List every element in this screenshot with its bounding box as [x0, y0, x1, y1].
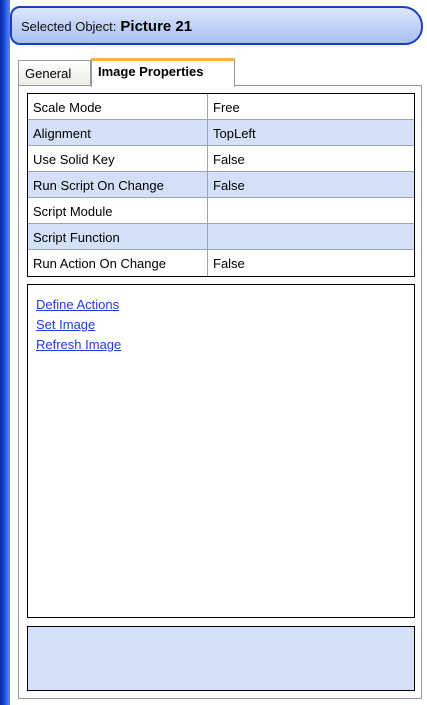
- header-prefix: Selected Object:: [21, 19, 117, 34]
- property-name: Run Script On Change: [28, 172, 208, 197]
- tab-image-properties-label: Image Properties: [98, 64, 204, 79]
- property-value[interactable]: [208, 198, 414, 223]
- property-grid: Scale Mode Free Alignment TopLeft Use So…: [27, 93, 415, 277]
- actions-panel: Define Actions Set Image Refresh Image: [27, 284, 415, 618]
- header-title: Selected Object: Picture 21: [21, 18, 192, 35]
- description-panel: [27, 626, 415, 691]
- property-row-use-solid-key[interactable]: Use Solid Key False: [28, 146, 414, 172]
- property-name: Script Function: [28, 224, 208, 249]
- property-value[interactable]: False: [208, 146, 414, 171]
- window-left-edge: [0, 0, 10, 705]
- property-row-run-action-on-change[interactable]: Run Action On Change False: [28, 250, 414, 276]
- property-name: Script Module: [28, 198, 208, 223]
- property-name: Use Solid Key: [28, 146, 208, 171]
- selected-object-header: Selected Object: Picture 21: [10, 6, 423, 45]
- tab-content: Scale Mode Free Alignment TopLeft Use So…: [18, 85, 422, 699]
- tab-general-label: General: [25, 66, 72, 81]
- property-name: Run Action On Change: [28, 250, 208, 276]
- actions-list: Define Actions Set Image Refresh Image: [36, 295, 121, 355]
- property-row-script-function[interactable]: Script Function: [28, 224, 414, 250]
- property-row-alignment[interactable]: Alignment TopLeft: [28, 120, 414, 146]
- property-value[interactable]: False: [208, 250, 414, 276]
- property-value[interactable]: False: [208, 172, 414, 197]
- tab-image-properties[interactable]: Image Properties: [91, 58, 235, 87]
- tab-general[interactable]: General: [18, 60, 91, 86]
- property-value[interactable]: [208, 224, 414, 249]
- tab-strip: General Image Properties: [18, 58, 422, 87]
- property-row-scale-mode[interactable]: Scale Mode Free: [28, 94, 414, 120]
- set-image-link[interactable]: Set Image: [36, 315, 121, 335]
- properties-window: Selected Object: Picture 21 General Image…: [0, 0, 427, 705]
- property-name: Alignment: [28, 120, 208, 145]
- property-row-run-script-on-change[interactable]: Run Script On Change False: [28, 172, 414, 198]
- define-actions-link[interactable]: Define Actions: [36, 295, 121, 315]
- property-value[interactable]: Free: [208, 94, 414, 119]
- property-row-script-module[interactable]: Script Module: [28, 198, 414, 224]
- refresh-image-link[interactable]: Refresh Image: [36, 335, 121, 355]
- properties-panel: Selected Object: Picture 21 General Image…: [10, 0, 427, 705]
- property-value[interactable]: TopLeft: [208, 120, 414, 145]
- property-name: Scale Mode: [28, 94, 208, 119]
- selected-object-name: Picture 21: [120, 18, 193, 35]
